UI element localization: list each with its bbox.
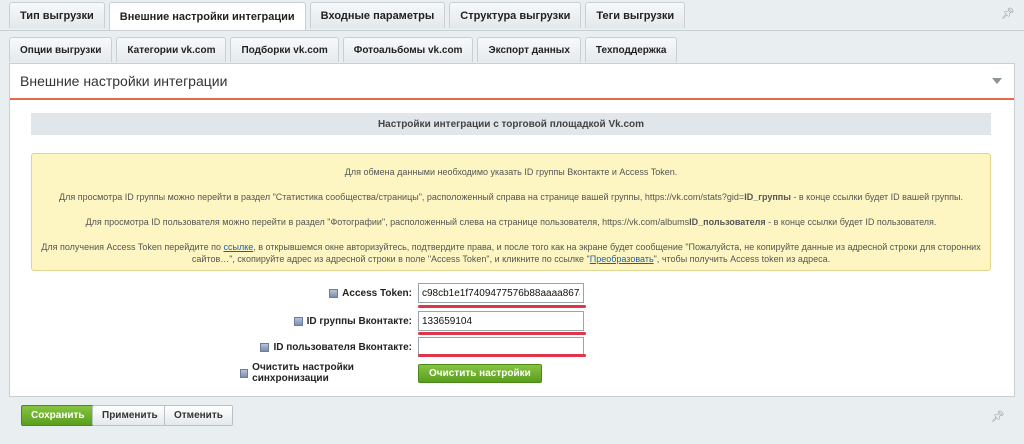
group-id-row: ID группы Вконтакте: [240,311,584,331]
convert-link[interactable]: Преобразовать [590,254,654,264]
highlight-mark [418,305,586,308]
sub-tab-bar: Опции выгрузки Категории vk.com Подборки… [9,37,678,63]
hint-icon[interactable] [240,368,249,378]
access-token-field[interactable] [418,283,584,303]
settings-panel: Внешние настройки интеграции Настройки и… [9,63,1015,397]
pin-icon[interactable]: 📌︎ [1001,7,1015,20]
tab-export-type[interactable]: Тип выгрузки [9,2,105,28]
info-notice: Для обмена данными необходимо указать ID… [31,153,991,271]
subtab-tech-support[interactable]: Техподдержка [584,37,678,62]
highlight-mark [418,332,586,335]
user-id-label: ID пользователя Вконтакте: [240,342,412,353]
tab-bar-divider [0,30,1024,31]
tab-export-structure[interactable]: Структура выгрузки [449,2,582,28]
subtab-data-export[interactable]: Экспорт данных [477,37,581,62]
notice-line-4: Для получения Access Token перейдите по … [41,242,981,264]
hint-icon[interactable] [329,288,339,298]
subtab-export-options[interactable]: Опции выгрузки [9,37,113,62]
subtab-vk-collections[interactable]: Подборки vk.com [230,37,339,62]
tab-input-parameters[interactable]: Входные параметры [309,2,446,28]
subtab-vk-photo-albums[interactable]: Фотоальбомы vk.com [342,37,474,62]
section-header: Настройки интеграции с торговой площадко… [31,113,991,135]
apply-button[interactable]: Применить [92,405,168,426]
clear-sync-row: Очистить настройки синхронизации Очистит… [240,362,542,384]
footer-bar: Сохранить Применить Отменить 📌︎ [9,398,1015,438]
notice-line-1: Для обмена данными необходимо указать ID… [344,167,678,177]
panel-header: Внешние настройки интеграции [10,64,1014,100]
tab-external-integration-settings[interactable]: Внешние настройки интеграции [108,2,306,30]
notice-line-2: Для просмотра ID группы можно перейти в … [58,192,964,202]
group-id-field[interactable] [418,311,584,331]
notice-line-3: Для просмотра ID пользователя можно пере… [85,217,937,227]
highlight-mark [418,354,586,357]
pin-icon[interactable]: 📌︎ [991,410,1005,423]
access-token-row: Access Token: [240,283,584,303]
hint-icon[interactable] [293,316,303,326]
subtab-vk-categories[interactable]: Категории vk.com [116,37,227,62]
token-link[interactable]: ссылке [223,242,253,252]
save-button[interactable]: Сохранить [21,405,95,426]
group-id-label: ID группы Вконтакте: [240,316,412,327]
tab-export-tags[interactable]: Теги выгрузки [585,2,686,28]
top-tab-bar: Тип выгрузки Внешние настройки интеграци… [9,2,686,30]
page-title: Внешние настройки интеграции [20,73,228,89]
collapse-triangle-icon[interactable] [992,78,1002,84]
clear-sync-label: Очистить настройки синхронизации [240,362,412,384]
access-token-label: Access Token: [240,288,412,299]
hint-icon[interactable] [260,342,270,352]
clear-settings-button[interactable]: Очистить настройки [418,363,542,383]
cancel-button[interactable]: Отменить [164,405,233,426]
